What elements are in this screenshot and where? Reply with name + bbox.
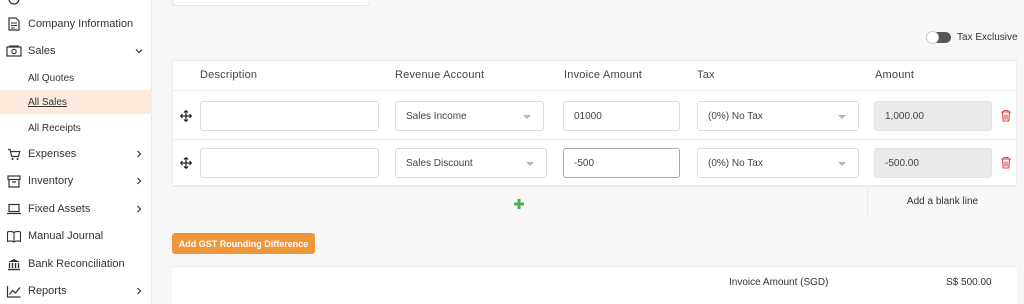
tax-exclusive-toggle[interactable] bbox=[926, 31, 951, 44]
revenue-account-select[interactable]: Sales Discount bbox=[395, 148, 547, 178]
tax-select[interactable]: (0%) No Tax bbox=[697, 101, 859, 131]
book-icon bbox=[6, 228, 22, 244]
description-input[interactable] bbox=[200, 148, 379, 178]
add-row-icon[interactable] bbox=[512, 197, 526, 211]
tax-select[interactable]: (0%) No Tax bbox=[697, 148, 859, 178]
invoice-amount-label: Invoice Amount (SGD) bbox=[729, 277, 829, 288]
sidebar-item-sales[interactable]: Sales bbox=[0, 38, 152, 64]
chevron-right-icon bbox=[137, 287, 142, 295]
chevron-right-icon bbox=[137, 150, 142, 158]
revenue-account-select[interactable]: Sales Income bbox=[395, 101, 544, 131]
chart-icon bbox=[6, 283, 22, 299]
sidebar-item-label: Reports bbox=[28, 285, 67, 297]
description-input[interactable] bbox=[200, 101, 379, 131]
dropdown-caret-icon bbox=[526, 162, 534, 166]
tax-value: (0%) No Tax bbox=[708, 110, 763, 122]
sidebar-sub-all-quotes[interactable]: All Quotes bbox=[0, 66, 152, 90]
sidebar-item-fixed-assets[interactable]: Fixed Assets bbox=[0, 196, 152, 222]
sidebar-item-expenses[interactable]: Expenses bbox=[0, 141, 152, 167]
tax-value: (0%) No Tax bbox=[708, 157, 763, 169]
dropdown-caret-icon bbox=[838, 162, 846, 166]
toggle-knob bbox=[926, 31, 939, 44]
cash-icon bbox=[6, 43, 22, 59]
sidebar-item-reports[interactable]: Reports bbox=[0, 278, 152, 304]
column-header-invoice-amount: Invoice Amount bbox=[564, 69, 643, 81]
sidebar-item-label: Sales bbox=[28, 45, 56, 57]
drag-handle-icon[interactable] bbox=[180, 157, 192, 169]
sidebar-sub-all-sales[interactable]: All Sales bbox=[0, 90, 152, 114]
top-field[interactable] bbox=[172, 0, 370, 6]
revenue-account-value: Sales Income bbox=[406, 110, 467, 122]
amount-field: 1,000.00 bbox=[874, 101, 992, 131]
chevron-down-icon bbox=[135, 49, 143, 54]
sidebar-item-label: Inventory bbox=[28, 175, 74, 187]
cart-icon bbox=[6, 146, 22, 162]
row-divider bbox=[173, 139, 1016, 140]
column-header-revenue-account: Revenue Account bbox=[395, 69, 485, 81]
invoice-amount-total: S$ 500.00 bbox=[946, 277, 992, 288]
sidebar-item-bank-reconciliation[interactable]: Bank Reconciliation bbox=[0, 251, 152, 277]
column-header-description: Description bbox=[200, 69, 258, 81]
sidebar-item-label: Fixed Assets bbox=[28, 203, 91, 215]
sidebar: Company Information Sales All Quotes All… bbox=[0, 0, 152, 304]
archive-icon bbox=[6, 173, 22, 189]
header-divider bbox=[173, 90, 1016, 91]
delete-row-icon[interactable] bbox=[1000, 109, 1012, 122]
sidebar-item-company-information[interactable]: Company Information bbox=[0, 11, 152, 37]
dropdown-caret-icon bbox=[838, 115, 846, 119]
sidebar-item-label: Manual Journal bbox=[28, 230, 104, 242]
sidebar-item-label: Company Information bbox=[28, 18, 134, 30]
delete-row-icon[interactable] bbox=[1000, 156, 1012, 169]
sidebar-item-inventory[interactable]: Inventory bbox=[0, 168, 152, 194]
chevron-right-icon bbox=[137, 205, 142, 213]
sidebar-sub-label: All Receipts bbox=[28, 122, 81, 134]
chevron-right-icon bbox=[137, 177, 142, 185]
sidebar-sub-label: All Quotes bbox=[28, 72, 75, 84]
column-header-amount: Amount bbox=[875, 69, 915, 81]
sidebar-sub-label: All Sales bbox=[28, 96, 67, 108]
gear-icon bbox=[6, 0, 22, 7]
document-icon bbox=[6, 16, 22, 32]
drag-handle-icon[interactable] bbox=[180, 110, 192, 122]
tax-exclusive-label: Tax Exclusive bbox=[957, 32, 1018, 43]
main-content: Tax Exclusive Description Revenue Accoun… bbox=[152, 0, 1024, 304]
invoice-amount-input[interactable]: 01000 bbox=[563, 101, 680, 131]
invoice-amount-input[interactable]: -500 bbox=[563, 148, 680, 178]
sidebar-sub-all-receipts[interactable]: All Receipts bbox=[0, 116, 152, 140]
bank-icon bbox=[6, 256, 22, 272]
column-header-tax: Tax bbox=[697, 69, 715, 81]
add-gst-rounding-button[interactable]: Add GST Rounding Difference bbox=[172, 233, 315, 254]
sidebar-item-label: Bank Reconciliation bbox=[28, 258, 125, 270]
revenue-account-value: Sales Discount bbox=[406, 157, 473, 169]
summary-panel bbox=[172, 266, 1017, 304]
sidebar-item-manual-journal[interactable]: Manual Journal bbox=[0, 223, 152, 249]
dropdown-caret-icon bbox=[523, 115, 531, 119]
sidebar-item-label: Expenses bbox=[28, 148, 77, 160]
amount-field: -500.00 bbox=[874, 148, 992, 178]
add-blank-line-button[interactable]: Add a blank line bbox=[867, 186, 1017, 216]
laptop-icon bbox=[6, 201, 22, 217]
